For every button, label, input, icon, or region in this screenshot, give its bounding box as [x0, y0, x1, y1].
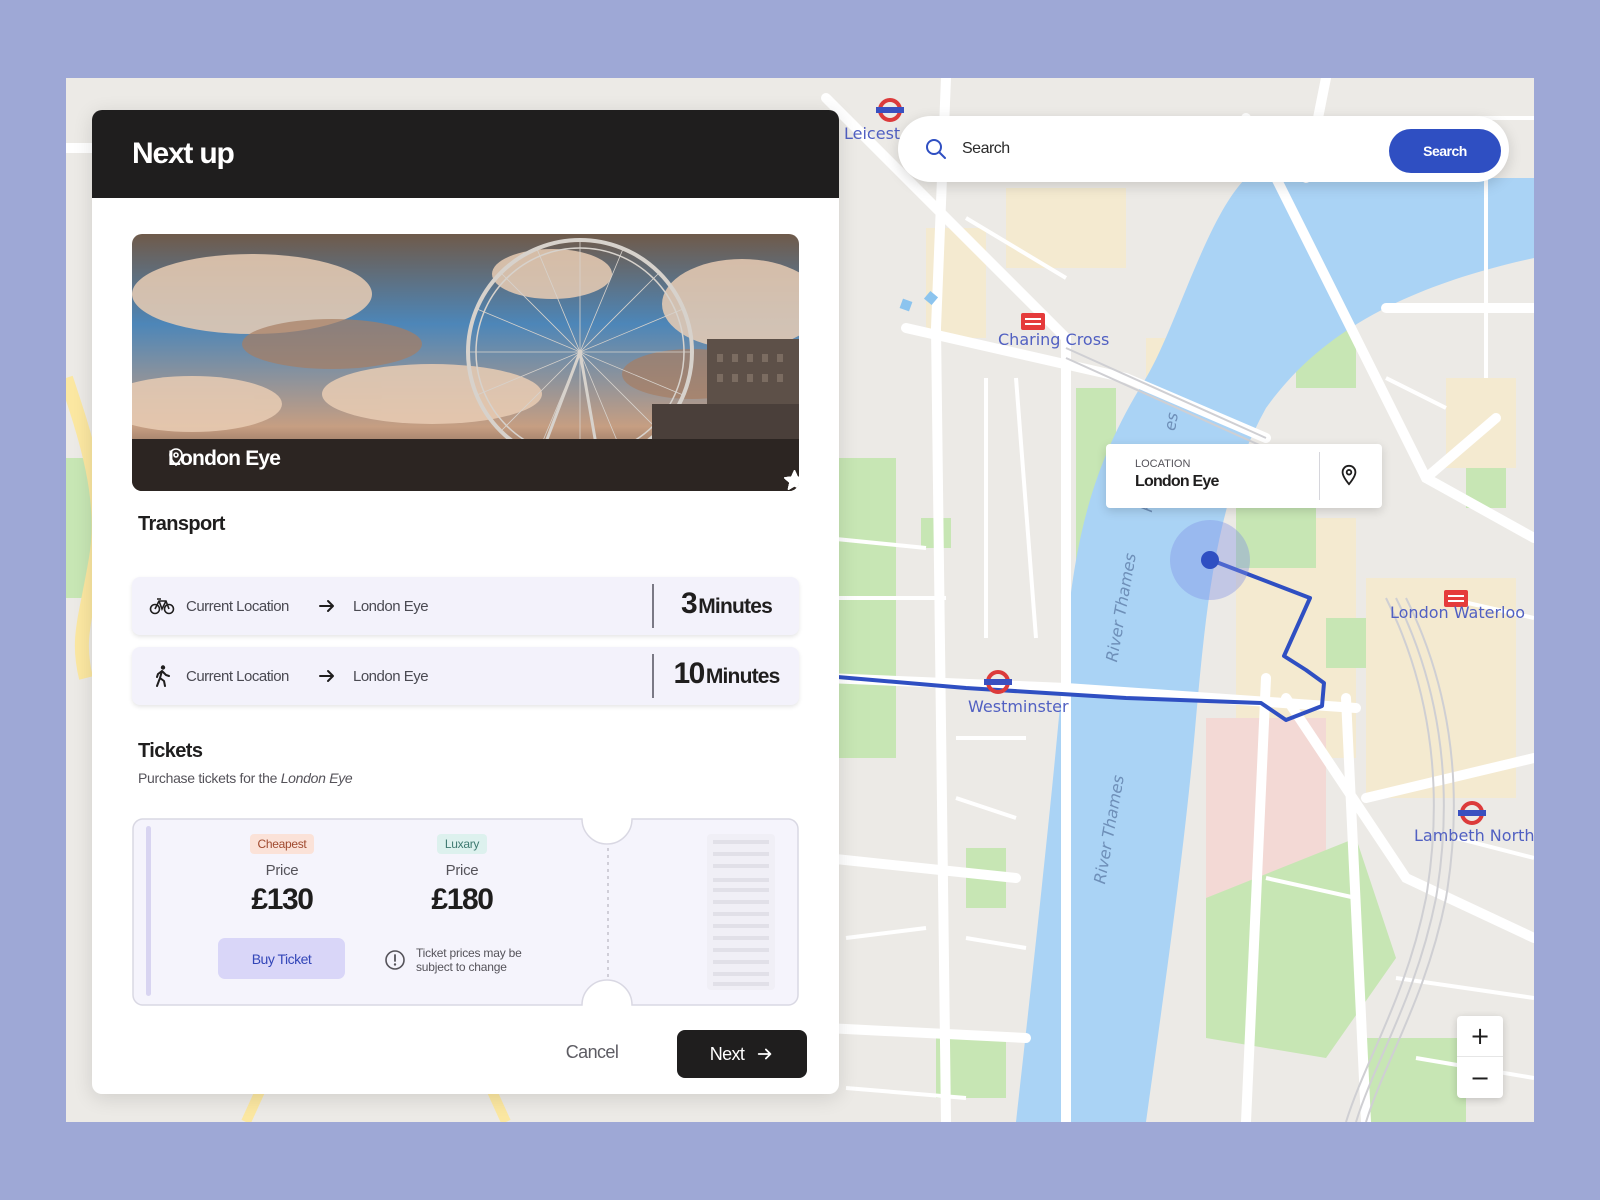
tier-price-label: Price: [265, 862, 299, 879]
map-label-westminster: Westminster: [968, 697, 1069, 716]
route-duration-unit: Minutes: [705, 665, 781, 688]
route-from: Current Location: [186, 667, 289, 685]
tickets-subtitle-place: London Eye: [280, 770, 353, 786]
arrow-right-icon: [319, 670, 334, 682]
ticket-tier-cheapest: Cheapest Price £130: [212, 834, 352, 917]
location-card: LOCATION London Eye: [1106, 444, 1382, 508]
route-to: London Eye: [353, 597, 429, 615]
tier-price-label: Price: [445, 862, 479, 879]
ticket-accent-bar: [146, 826, 151, 996]
map-search-bar: Search: [898, 116, 1509, 182]
next-button[interactable]: Next: [677, 1030, 807, 1078]
hero-place-tag: London Eye: [168, 447, 281, 471]
map-label-river-partial-top: es: [1160, 410, 1183, 433]
price-notice-text: Ticket prices may be subject to change: [416, 946, 522, 974]
ticket-card: Cheapest Price £130 Luxary Price £180 Bu…: [132, 818, 799, 1006]
route-to: London Eye: [353, 667, 429, 685]
map-label-leicester: Leicest: [844, 124, 901, 143]
location-pin-icon[interactable]: [1338, 464, 1360, 486]
route-duration: 3 Minutes: [654, 577, 799, 635]
route-duration-unit: Minutes: [698, 595, 773, 618]
next-button-label: Next: [709, 1043, 745, 1064]
tickets-subtitle-prefix: Purchase tickets for the: [138, 770, 278, 786]
hero-place-name: London Eye: [168, 447, 281, 470]
transport-title: Transport: [138, 513, 225, 535]
info-alert-icon: [385, 950, 405, 970]
star-empty-icon: [784, 470, 799, 490]
map-label-lambeth-north: Lambeth North: [1414, 826, 1534, 845]
route-from: Current Location: [186, 597, 289, 615]
ticket-tier-luxury: Luxary Price £180: [392, 834, 532, 917]
app-window: Leicest Charing Cross Westminster London…: [66, 78, 1534, 1122]
zoom-out-button[interactable]: −: [1457, 1057, 1503, 1098]
map-label-charing-cross: Charing Cross: [998, 330, 1110, 349]
tickets-subtitle: Purchase tickets for the London Eye: [138, 770, 353, 786]
buy-ticket-button[interactable]: Buy Ticket: [218, 938, 345, 979]
route-row-bike[interactable]: Current Location London Eye 3 Minutes: [132, 577, 799, 635]
price-notice: Ticket prices may be subject to change: [384, 946, 546, 974]
cancel-button[interactable]: Cancel: [542, 1030, 642, 1074]
route-duration-value: 10: [673, 657, 705, 690]
route-duration: 10 Minutes: [654, 647, 799, 705]
route-duration-value: 3: [681, 587, 698, 620]
panel-title: Next up: [132, 137, 235, 170]
hero-image: London Eye: [132, 234, 799, 491]
ticket-barcode: [707, 834, 775, 990]
next-up-panel: Next up London Eye Transport Current Loc…: [92, 110, 839, 1094]
location-label: LOCATION: [1135, 458, 1191, 470]
tier-price: £130: [251, 883, 314, 916]
map-label-london-waterloo: London Waterloo: [1390, 603, 1526, 622]
arrow-right-icon: [319, 600, 334, 612]
arrow-right-icon: [758, 1048, 772, 1060]
search-icon: [926, 139, 946, 159]
search-button[interactable]: Search: [1389, 129, 1501, 173]
walking-icon: [148, 662, 176, 690]
route-row-walk[interactable]: Current Location London Eye 10 Minutes: [132, 647, 799, 705]
location-divider: [1319, 452, 1320, 500]
location-value: London Eye: [1135, 473, 1219, 490]
tier-badge: Luxary: [436, 834, 488, 854]
tickets-title: Tickets: [138, 740, 203, 762]
tier-badge: Cheapest: [249, 834, 315, 854]
map-pin-icon: [169, 448, 183, 467]
tier-price: £180: [431, 883, 494, 916]
zoom-controls: + −: [1457, 1016, 1503, 1098]
search-input[interactable]: [962, 140, 1382, 158]
panel-header: Next up: [92, 110, 839, 198]
bicycle-icon: [148, 592, 176, 620]
zoom-in-button[interactable]: +: [1457, 1016, 1503, 1057]
